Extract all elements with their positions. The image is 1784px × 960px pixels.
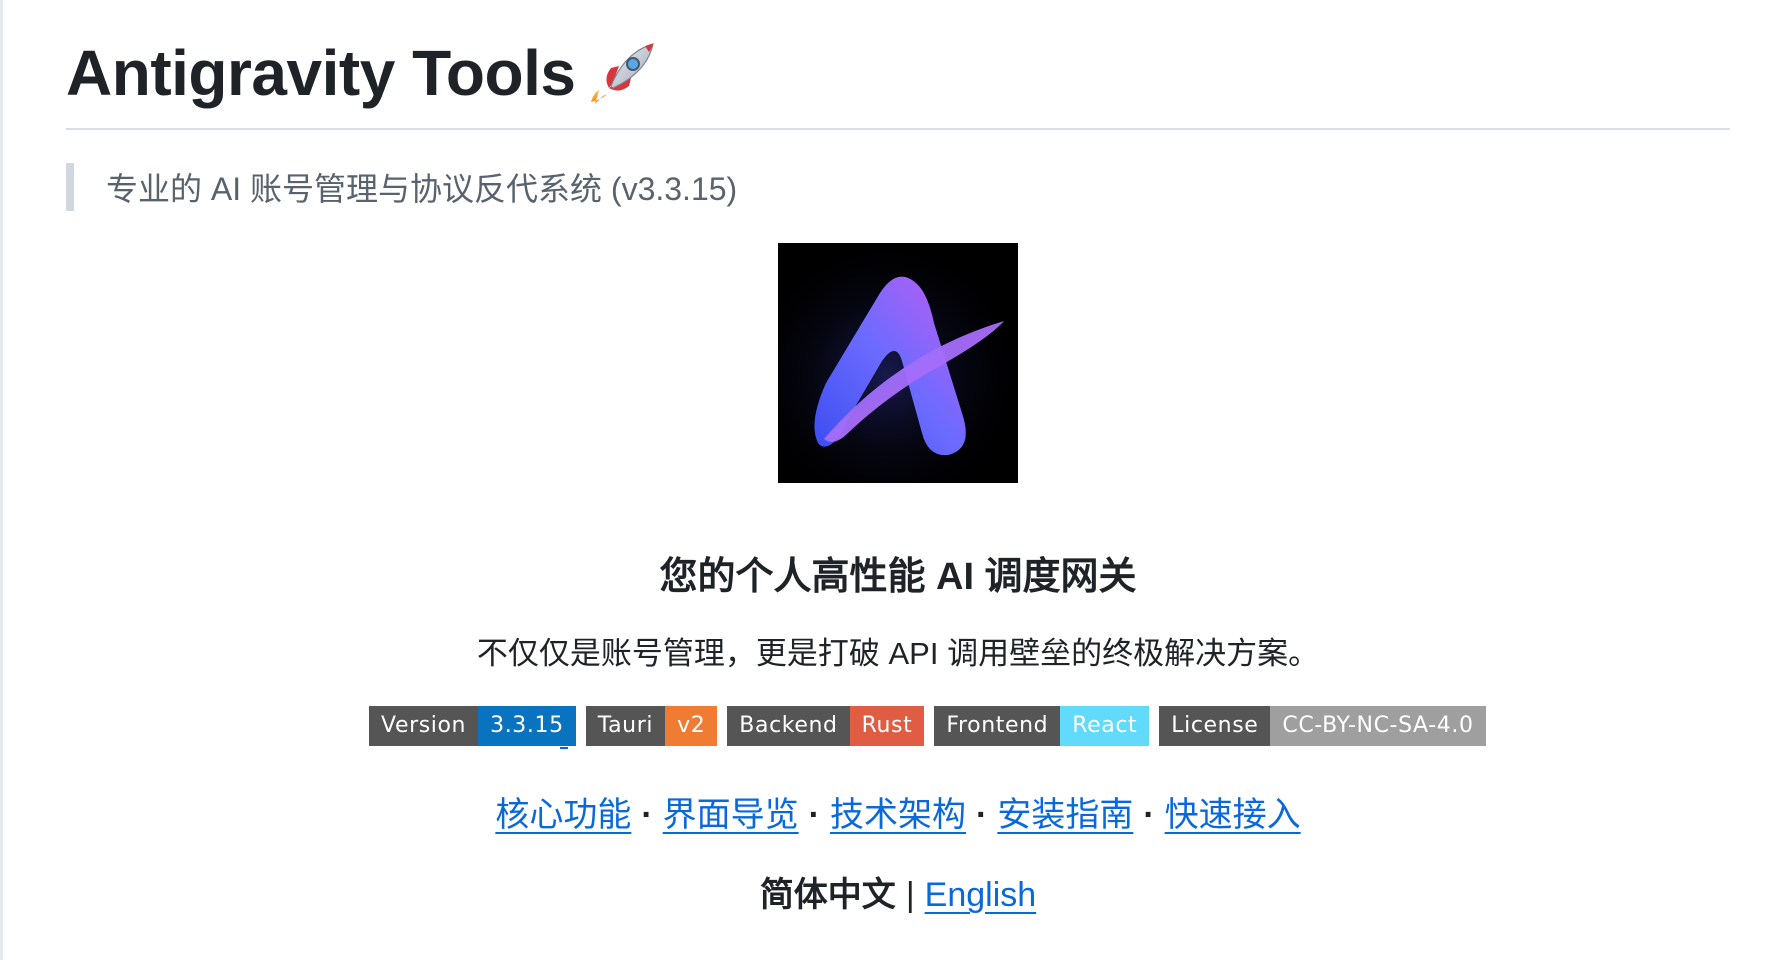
badge-value: Rust (849, 706, 925, 746)
badge-label: Version (369, 706, 479, 746)
frontend-badge[interactable]: Frontend React (934, 706, 1150, 746)
title-divider (66, 128, 1730, 130)
section-nav: 核心功能 · 界面导览 · 技术架构 · 安装指南 · 快速接入 (66, 788, 1730, 842)
nav-link-quick-start[interactable]: 快速接入 (1165, 796, 1301, 834)
badge-value: React (1060, 706, 1150, 746)
nav-link-architecture[interactable]: 技术架构 (830, 796, 966, 834)
nav-separator: · (641, 796, 653, 834)
backend-badge[interactable]: Backend Rust (727, 706, 925, 746)
tauri-badge[interactable]: Tauri v2 (585, 706, 718, 746)
badge-label: Backend (727, 706, 850, 746)
title-row: Antigravity Tools (66, 34, 659, 112)
description-quote: 专业的 AI 账号管理与协议反代系统 (v3.3.15) (66, 163, 737, 211)
version-badge[interactable]: Version 3.3.15 (369, 706, 576, 746)
left-edge-border (0, 0, 3, 960)
readme-page: Antigravity Tools 专业的 AI 账号管理与协议反代系统 (v3… (0, 0, 1784, 960)
badge-value: 3.3.15 (478, 706, 576, 746)
language-separator: | (905, 876, 915, 914)
badge-value: v2 (665, 706, 718, 746)
english-language-link[interactable]: English (925, 876, 1037, 914)
badge-value: CC-BY-NC-SA-4.0 (1270, 706, 1486, 746)
nav-separator: · (808, 796, 820, 834)
quote-text: 专业的 AI 账号管理与协议反代系统 (v3.3.15) (106, 171, 738, 207)
badge-row: Version 3.3.15 Tauri v2 Backend Rust Fro… (369, 706, 1486, 746)
nav-link-install-guide[interactable]: 安装指南 (997, 796, 1133, 834)
page-title: Antigravity Tools (66, 37, 576, 109)
badge-label: License (1159, 706, 1271, 746)
badge-label: Frontend (934, 706, 1061, 746)
nav-link-ui-tour[interactable]: 界面导览 (663, 796, 799, 834)
badge-link-underline (560, 747, 568, 749)
current-language: 简体中文 (759, 876, 896, 914)
subtitle: 您的个人高性能 AI 调度网关 (659, 556, 1137, 598)
tagline: 不仅仅是账号管理，更是打破 API 调用壁垒的终极解决方案。 (476, 636, 1320, 671)
license-badge[interactable]: License CC-BY-NC-SA-4.0 (1159, 706, 1486, 746)
antigravity-logo-icon (778, 243, 1018, 483)
nav-separator: · (1143, 796, 1155, 834)
language-switcher: 简体中文 | English (66, 868, 1730, 922)
nav-separator: · (976, 796, 988, 834)
badge-label: Tauri (585, 706, 666, 746)
rocket-icon (589, 38, 659, 108)
nav-link-core-features[interactable]: 核心功能 (495, 796, 631, 834)
